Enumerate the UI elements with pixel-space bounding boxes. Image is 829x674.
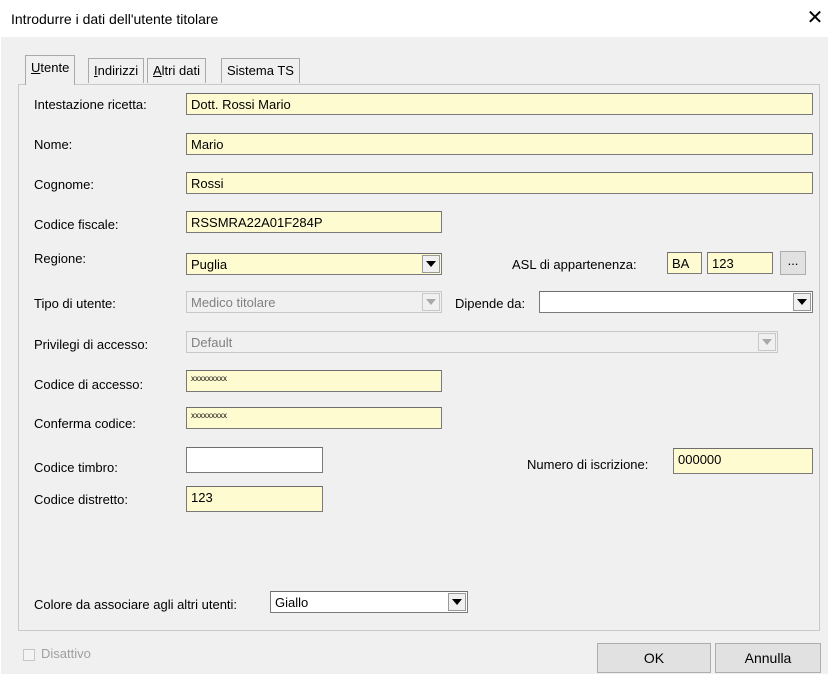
tipo-utente-value: Medico titolare	[191, 295, 276, 310]
tipo-utente-label: Tipo di utente:	[34, 296, 116, 311]
codice-accesso-label: Codice di accesso:	[34, 377, 144, 392]
tab-label-mnemonic: A	[153, 63, 162, 78]
colore-select[interactable]: Giallo	[270, 591, 468, 613]
numero-iscrizione-field[interactable]: 000000	[673, 448, 813, 474]
codice-fiscale-label: Codice fiscale:	[34, 217, 119, 232]
nome-field[interactable]: Mario	[186, 133, 813, 155]
window-title: Introdurre i dati dell'utente titolare	[11, 11, 219, 27]
intestazione-label: Intestazione ricetta:	[34, 97, 147, 112]
chevron-down-icon[interactable]	[448, 593, 466, 611]
privilegi-value: Default	[191, 335, 233, 350]
asl-code-field[interactable]: BA	[667, 252, 702, 274]
cognome-label: Cognome:	[34, 177, 94, 192]
tab-utente[interactable]: Utente	[25, 55, 76, 85]
nome-label: Nome:	[34, 137, 73, 152]
codice-distretto-field[interactable]: 123	[186, 486, 323, 512]
tab-sistema-ts[interactable]: Sistema TS	[221, 58, 300, 83]
codice-accesso-value: xxxxxxxxx	[191, 374, 227, 383]
close-icon[interactable]: ✕	[803, 6, 827, 30]
tab-panel	[18, 84, 820, 631]
tab-altri-dati[interactable]: Altri dati	[147, 58, 206, 83]
colore-label: Colore da associare agli altri utenti:	[34, 597, 238, 612]
tab-label: Sistema TS	[227, 63, 294, 78]
privilegi-select: Default	[186, 331, 778, 353]
chevron-down-icon[interactable]	[422, 255, 440, 273]
tab-label-rest: tente	[40, 60, 70, 75]
chevron-down-icon[interactable]	[793, 293, 811, 311]
conferma-codice-label: Conferma codice:	[34, 416, 136, 431]
asl-browse-button[interactable]: ...	[780, 251, 806, 275]
asl-number-field[interactable]: 123	[707, 252, 773, 274]
cognome-field[interactable]: Rossi	[186, 172, 813, 194]
tab-label-rest: ltri dati	[161, 63, 200, 78]
numero-iscrizione-label: Numero di iscrizione:	[527, 457, 649, 472]
conferma-codice-value: xxxxxxxxx	[191, 411, 227, 420]
dipende-da-label: Dipende da:	[455, 296, 526, 311]
dipende-da-select[interactable]	[539, 291, 813, 313]
chevron-down-icon	[422, 293, 440, 311]
intestazione-field[interactable]: Dott. Rossi Mario	[186, 93, 813, 115]
disattivo-label: Disattivo	[41, 646, 91, 661]
chevron-down-icon	[758, 333, 776, 351]
tab-indirizzi[interactable]: Indirizzi	[88, 58, 145, 83]
codice-fiscale-field[interactable]: RSSMRA22A01F284P	[186, 211, 442, 233]
codice-accesso-field[interactable]: xxxxxxxxx	[186, 370, 442, 392]
tab-label-rest: ndirizzi	[97, 63, 139, 78]
annulla-button[interactable]: Annulla	[715, 643, 821, 673]
tipo-utente-select: Medico titolare	[186, 291, 442, 313]
codice-timbro-label: Codice timbro:	[34, 460, 118, 475]
ok-button[interactable]: OK	[597, 643, 711, 673]
codice-distretto-label: Codice distretto:	[34, 492, 128, 507]
conferma-codice-field[interactable]: xxxxxxxxx	[186, 407, 442, 429]
regione-select[interactable]: Puglia	[186, 253, 442, 275]
tab-label-mnemonic: U	[31, 60, 41, 75]
regione-label: Regione:	[34, 251, 87, 266]
disattivo-checkbox[interactable]	[23, 649, 35, 661]
privilegi-label: Privilegi di accesso:	[34, 337, 149, 352]
regione-value: Puglia	[191, 257, 228, 272]
colore-value: Giallo	[275, 595, 309, 610]
asl-label: ASL di appartenenza:	[512, 257, 637, 272]
codice-timbro-field[interactable]	[186, 447, 323, 473]
